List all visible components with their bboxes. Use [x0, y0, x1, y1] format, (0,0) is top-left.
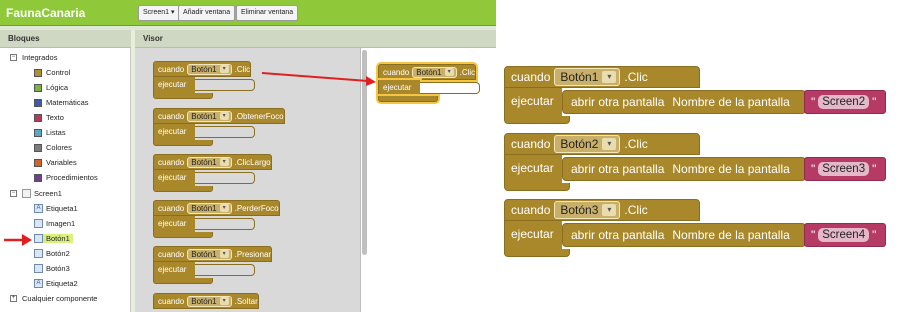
block-event-label: .Clic: [624, 203, 648, 217]
dropdown-arrow-icon: ▾: [602, 71, 617, 83]
block-when-label: cuando: [511, 137, 551, 151]
block-do-label: ejecutar: [504, 88, 562, 116]
call-label: abrir otra pantalla: [571, 228, 665, 242]
block-when-label: cuando: [511, 70, 551, 84]
component-dropdown[interactable]: Botón1 ▾: [554, 68, 621, 86]
param-label: Nombre de la pantalla: [672, 95, 790, 109]
code-block-button2[interactable]: cuando Botón2 ▾ .Clic ejecutar abrir otra…: [504, 133, 890, 193]
quote-close: ": [872, 95, 877, 109]
block-header: cuando Botón3 ▾ .Clic: [504, 199, 700, 221]
text-literal-block[interactable]: " Screen2 ": [804, 90, 886, 114]
text-value[interactable]: Screen4: [818, 228, 870, 242]
text-value[interactable]: Screen2: [818, 95, 870, 109]
component-name: Botón2: [560, 137, 599, 151]
open-screen-call[interactable]: abrir otra pantalla Nombre de la pantall…: [562, 223, 806, 247]
stage: FaunaCanaria Screen1 ▾ Añadir ventana El…: [0, 0, 900, 312]
block-event-label: .Clic: [624, 70, 648, 84]
text-literal-block[interactable]: " Screen3 ": [804, 157, 886, 181]
component-dropdown[interactable]: Botón2 ▾: [554, 135, 621, 153]
open-screen-call[interactable]: abrir otra pantalla Nombre de la pantall…: [562, 157, 806, 181]
pointer-arrow-icon: [4, 234, 32, 246]
drag-arrow-icon: [261, 72, 376, 86]
component-name: Botón1: [560, 70, 599, 84]
dropdown-arrow-icon: ▾: [602, 204, 617, 216]
block-when-label: cuando: [511, 203, 551, 217]
block-footer: [504, 183, 570, 191]
dropdown-arrow-icon: ▾: [602, 138, 617, 150]
param-label: Nombre de la pantalla: [672, 162, 790, 176]
text-value[interactable]: Screen3: [818, 162, 870, 176]
component-name: Botón3: [560, 203, 599, 217]
block-footer: [504, 249, 570, 257]
open-screen-call[interactable]: abrir otra pantalla Nombre de la pantall…: [562, 90, 806, 114]
code-block-button3[interactable]: cuando Botón3 ▾ .Clic ejecutar abrir otra…: [504, 199, 890, 259]
block-do-label: ejecutar: [504, 221, 562, 249]
block-header: cuando Botón1 ▾ .Clic: [504, 66, 700, 88]
block-do-label: ejecutar: [504, 155, 562, 183]
code-block-button1[interactable]: cuando Botón1 ▾ .Clic ejecutar abrir otra…: [504, 66, 890, 126]
quote-close: ": [872, 228, 877, 242]
quote-open: ": [811, 228, 816, 242]
block-header: cuando Botón2 ▾ .Clic: [504, 133, 700, 155]
quote-open: ": [811, 162, 816, 176]
component-dropdown[interactable]: Botón3 ▾: [554, 201, 621, 219]
text-literal-block[interactable]: " Screen4 ": [804, 223, 886, 247]
quote-close: ": [872, 162, 877, 176]
param-label: Nombre de la pantalla: [672, 228, 790, 242]
call-label: abrir otra pantalla: [571, 162, 665, 176]
call-label: abrir otra pantalla: [571, 95, 665, 109]
block-event-label: .Clic: [624, 137, 648, 151]
quote-open: ": [811, 95, 816, 109]
block-footer: [504, 116, 570, 124]
